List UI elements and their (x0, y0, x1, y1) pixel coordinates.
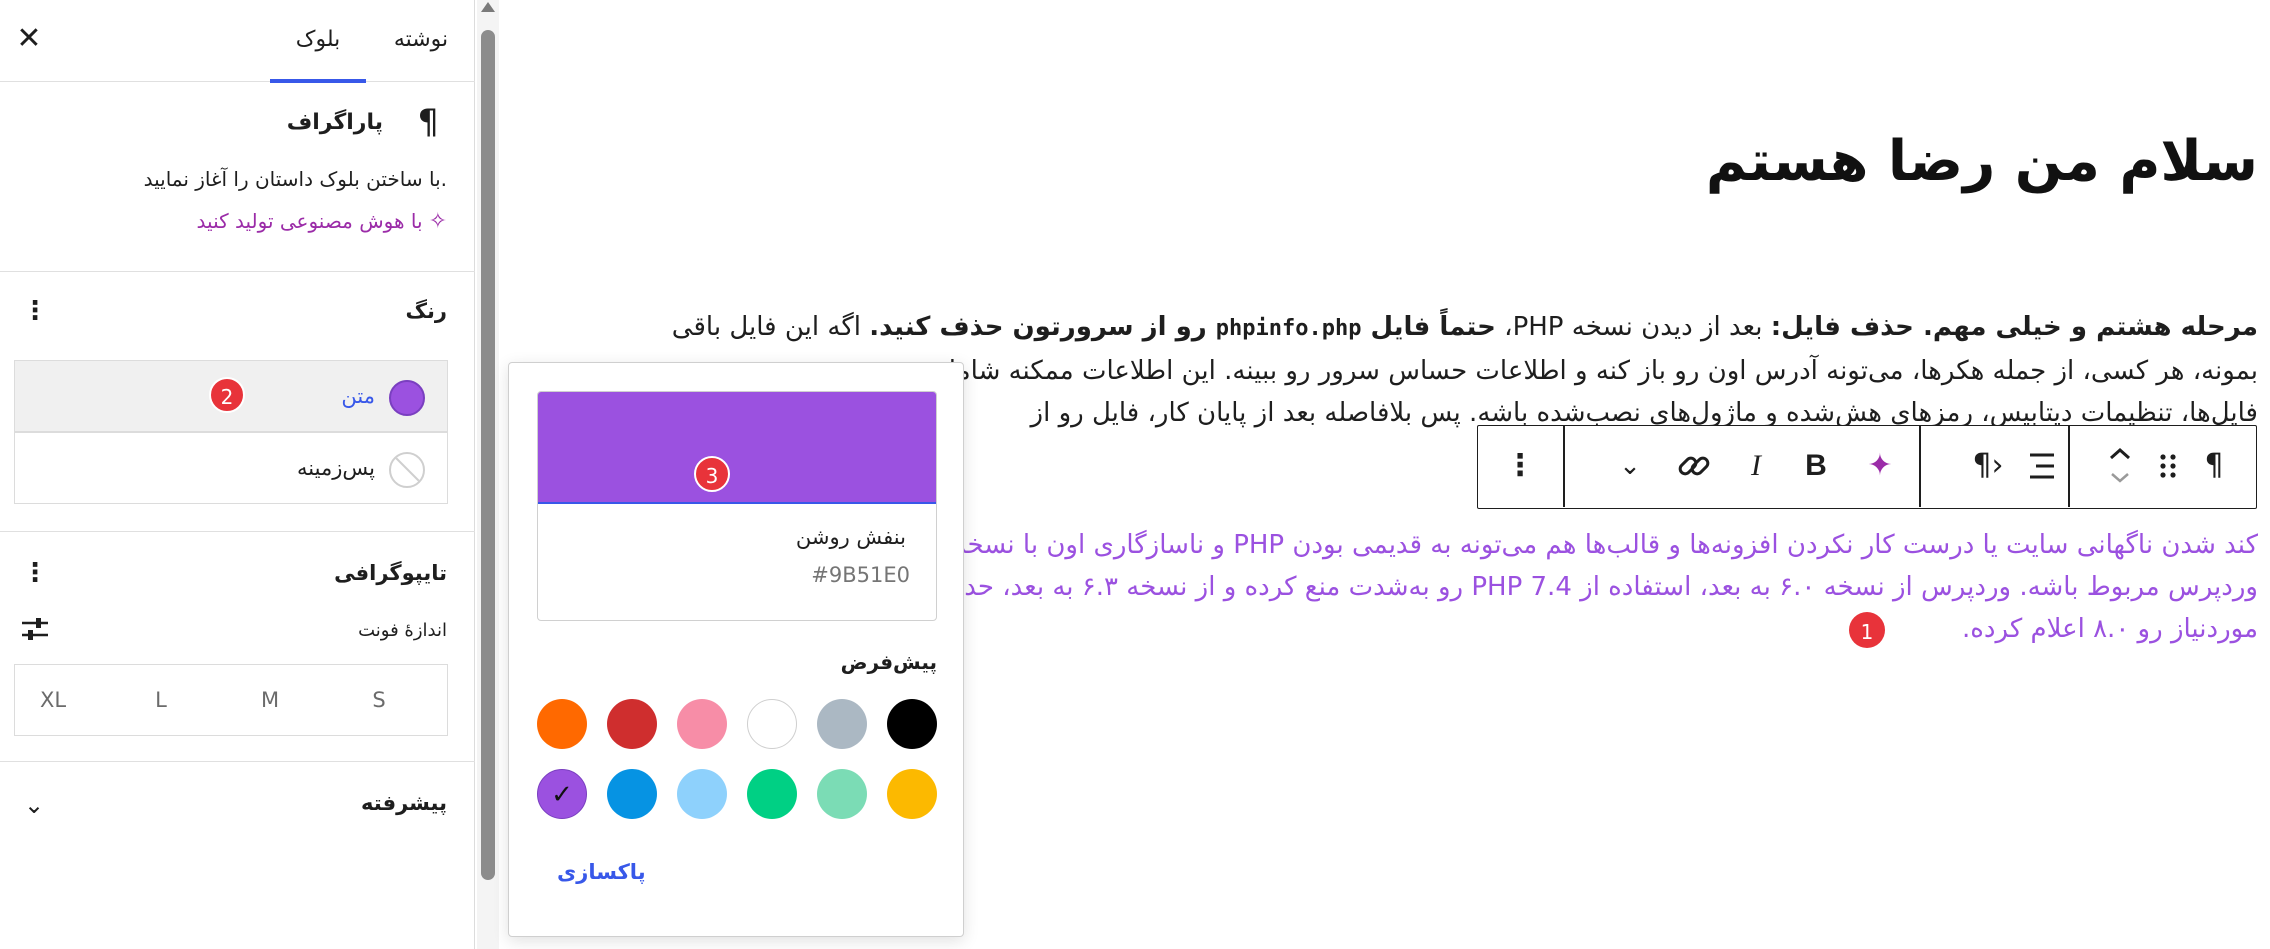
chevron-down-icon: ⌄ (24, 791, 45, 819)
step-badge-2: 2 (209, 377, 245, 413)
font-size-m[interactable]: M (240, 665, 300, 735)
font-size-s[interactable]: S (349, 665, 409, 735)
check-icon: ✓ (551, 780, 573, 810)
font-size-picker: XL L M S (14, 664, 448, 736)
post-title[interactable]: سلام من رضا هستم (1706, 122, 2258, 202)
toolbar-separator (1563, 426, 1565, 507)
block-description: با ساختن بلوک داستان را آغاز نمایید. (143, 167, 447, 191)
bold-icon[interactable]: B (1792, 442, 1840, 490)
para1-text-b: اگه این فایل باقی (671, 312, 870, 342)
paragraph-block-2[interactable]: کند شدن ناگهانی سایت یا درست کار نکردن ا… (925, 524, 2258, 650)
sparkle-icon: ✧ (428, 209, 447, 234)
paragraph-icon[interactable]: ¶ (2190, 442, 2238, 490)
swatch-pale-pink[interactable] (677, 699, 727, 749)
toolbar-separator (1919, 426, 1921, 507)
color-options-icon[interactable]: ⋮ (22, 296, 48, 326)
settings-sidebar: ✕ بلوک نوشته ¶ پاراگراف با ساختن بلوک دا… (0, 0, 475, 949)
clear-button[interactable]: پاکسازی (557, 857, 646, 887)
color-item-text[interactable]: متن 2 (14, 360, 448, 432)
swatch-vivid-orange[interactable] (537, 699, 587, 749)
close-icon[interactable]: ✕ (14, 24, 44, 54)
selected-color-name: بنفش روشن (795, 525, 906, 549)
para1-bold-b: رو از سرورتون حذف کنید. (869, 312, 1216, 342)
palette-label: پیش‌فرض (840, 650, 937, 674)
paragraph-1-line-1: مرحله هشتم و خیلی مهم. حذف فایل: بعد از … (672, 306, 2258, 350)
paragraph-2-line-2: وردپرس مربوط باشه. وردپرس از نسخه ۶.۰ به… (924, 572, 2258, 602)
swatch-vivid-green-cyan[interactable] (747, 769, 797, 819)
selected-color-hex: #9B51E0 (811, 563, 910, 587)
font-size-l[interactable]: L (131, 665, 191, 735)
para1-bold-a: حتماً فایل (1361, 312, 1496, 342)
typography-panel-title: تایپوگرافی (334, 561, 447, 585)
color-picker-popover: 3 بنفش روشن #9B51E0 پیش‌فرض ✓ پاکسازی (508, 362, 964, 937)
swatch-black[interactable] (887, 699, 937, 749)
font-size-custom-icon[interactable] (20, 616, 50, 642)
color-panel-title: رنگ (405, 299, 447, 323)
swatch-light-green-cyan[interactable] (817, 769, 867, 819)
sidebar-tabs: ✕ بلوک نوشته (0, 0, 475, 83)
step-badge-3: 3 (694, 456, 730, 492)
swatch-pale-cyan-blue[interactable] (677, 769, 727, 819)
color-item-background-label: پس‌زمینه (297, 456, 375, 480)
swatch-white[interactable] (747, 699, 797, 749)
link-icon[interactable] (1670, 442, 1718, 490)
italic-icon[interactable]: I (1732, 442, 1780, 490)
typography-options-icon[interactable]: ⋮ (22, 558, 48, 588)
paragraph-2-line-3: موردنیاز رو ۸.۰ اعلام کرده. (1962, 614, 2258, 644)
text-color-swatch (389, 380, 425, 416)
advanced-panel-title: پیشرفته (361, 791, 447, 815)
block-toolbar: ¶ ¶› ✦ B I ⌄ ⋮ (1477, 425, 2257, 509)
tab-block[interactable]: بلوک (270, 0, 366, 83)
swatch-vivid-red[interactable] (607, 699, 657, 749)
drag-handle-icon[interactable] (2144, 442, 2192, 490)
typography-panel: تایپوگرافی ⋮ اندازهٔ فونت XL L M S (0, 532, 475, 762)
swatch-cyan-gray[interactable] (817, 699, 867, 749)
toolbar-separator (2068, 426, 2070, 507)
para1-bold-intro: مرحله هشتم و خیلی مهم. حذف فایل: (1770, 312, 2258, 342)
more-rich-text-icon[interactable]: ⌄ (1606, 442, 1654, 490)
font-size-label: اندازهٔ فونت (358, 620, 447, 641)
swatch-vivid-purple-selected[interactable]: ✓ (537, 769, 587, 819)
text-direction-icon[interactable]: ¶› (1964, 442, 2012, 490)
ai-sparkle-icon[interactable]: ✦ (1856, 442, 1904, 490)
paragraph-icon: ¶ (417, 102, 439, 142)
ai-generate-link[interactable]: با هوش مصنوعی تولید کنید ✧ (197, 206, 447, 237)
scroll-up-arrow-icon[interactable] (481, 2, 495, 12)
para1-text-a: بعد از دیدن نسخه PHP، (1495, 312, 1771, 342)
swatch-luminous-amber[interactable] (887, 769, 937, 819)
color-item-background[interactable]: پس‌زمینه (14, 432, 448, 504)
step-badge-1: 1 (1849, 612, 1885, 648)
paragraph-2-line-1: کند شدن ناگهانی سایت یا درست کار نکردن ا… (953, 530, 2259, 560)
font-size-xl[interactable]: XL (23, 665, 83, 735)
color-preview-swatch[interactable] (538, 392, 936, 504)
advanced-panel[interactable]: پیشرفته ⌄ (0, 762, 475, 852)
background-color-swatch (389, 452, 425, 488)
tab-post[interactable]: نوشته (386, 0, 456, 82)
swatch-vivid-cyan-blue[interactable] (607, 769, 657, 819)
block-title: پاراگراف (286, 110, 383, 135)
para1-code: phpinfo.php (1215, 316, 1362, 341)
ai-generate-label: با هوش مصنوعی تولید کنید (196, 209, 423, 233)
align-icon[interactable] (2018, 442, 2066, 490)
color-item-text-label: متن (341, 384, 375, 408)
color-panel: رنگ ⋮ متن 2 پس‌زمینه (0, 272, 475, 532)
color-preview[interactable]: 3 بنفش روشن #9B51E0 (537, 391, 937, 621)
block-card: ¶ پاراگراف با ساختن بلوک داستان را آغاز … (0, 82, 475, 272)
options-icon[interactable]: ⋮ (1496, 442, 1544, 490)
scrollbar-thumb[interactable] (481, 30, 495, 880)
sidebar-scrollbar[interactable] (477, 0, 499, 949)
move-up-down-icon[interactable] (2096, 442, 2144, 490)
